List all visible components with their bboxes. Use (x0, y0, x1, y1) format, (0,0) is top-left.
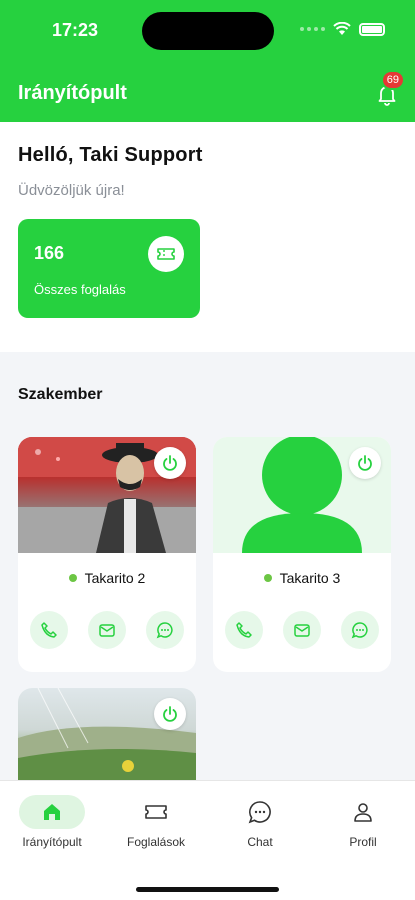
nav-item-dashboard[interactable]: Irányítópult (2, 795, 102, 849)
online-status-dot (68, 574, 77, 582)
expert-photo (18, 437, 196, 553)
dynamic-island (142, 12, 274, 50)
expert-name-row: Takarito 3 (213, 570, 391, 586)
greeting-section: Helló, Taki Support Üdvözöljük újra! 166… (0, 122, 415, 352)
nav-item-profile[interactable]: Profil (313, 795, 413, 849)
bookings-stat-card[interactable]: 166 Összes foglalás (18, 219, 200, 318)
greeting-title: Helló, Taki Support (18, 144, 203, 166)
expert-name: Takarito 2 (84, 570, 146, 586)
expert-card[interactable] (18, 688, 196, 780)
power-icon[interactable] (154, 698, 186, 730)
status-icons (300, 22, 385, 36)
bookings-label: Összes foglalás (34, 282, 126, 297)
mail-icon[interactable] (88, 611, 126, 649)
nav-item-bookings[interactable]: Foglalások (106, 795, 206, 849)
expert-actions (18, 611, 196, 649)
wifi-icon (333, 22, 351, 35)
phone-icon[interactable] (30, 611, 68, 649)
nav-item-chat[interactable]: Chat (210, 795, 310, 849)
chat-icon[interactable] (146, 611, 184, 649)
notification-badge: 69 (380, 70, 405, 90)
greeting-subtitle: Üdvözöljük újra! (18, 182, 125, 199)
home-icon (19, 795, 85, 829)
app-header: 17:23 Irányítópult 69 (0, 0, 415, 122)
bottom-navigation: Irányítópult Foglalások Chat Profil (0, 780, 415, 900)
section-title: Szakember (18, 386, 103, 403)
power-icon[interactable] (154, 447, 186, 479)
user-icon (330, 795, 396, 829)
page-title: Irányítópult (18, 82, 127, 104)
status-time: 17:23 (52, 20, 99, 40)
expert-card[interactable]: Takarito 2 (18, 437, 196, 672)
battery-icon (359, 22, 385, 36)
ticket-icon (148, 236, 184, 272)
chat-icon (227, 795, 293, 829)
bookings-count: 166 (34, 243, 65, 263)
mail-icon[interactable] (283, 611, 321, 649)
ticket-icon (123, 795, 189, 829)
power-icon[interactable] (349, 447, 381, 479)
expert-name-row: Takarito 2 (18, 570, 196, 586)
phone-icon[interactable] (225, 611, 263, 649)
home-indicator[interactable] (136, 887, 279, 892)
online-status-dot (263, 574, 272, 582)
expert-name: Takarito 3 (279, 570, 341, 586)
nav-label: Profil (349, 835, 377, 849)
expert-card[interactable]: Takarito 3 (213, 437, 391, 672)
expert-actions (213, 611, 391, 649)
avatar-placeholder (213, 437, 391, 553)
nav-label: Chat (247, 835, 273, 849)
chat-icon[interactable] (341, 611, 379, 649)
signal-icon (300, 27, 325, 31)
nav-label: Foglalások (126, 835, 186, 849)
nav-label: Irányítópult (22, 835, 82, 849)
expert-photo (18, 688, 196, 780)
